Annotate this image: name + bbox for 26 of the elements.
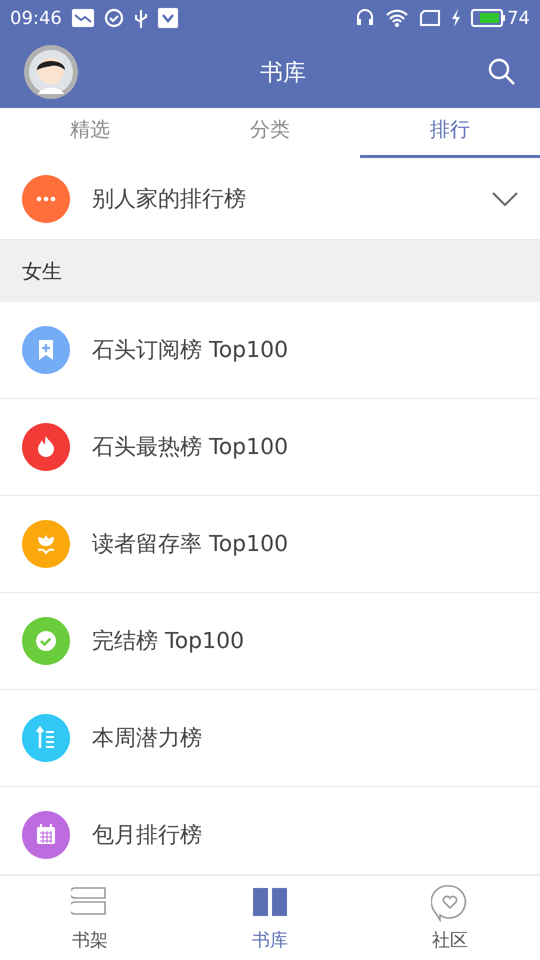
sim-card-icon <box>419 9 442 27</box>
more-icon <box>22 174 70 222</box>
nav-tab[interactable]: 书库 <box>180 876 360 960</box>
nav-tab[interactable]: 社区 <box>360 876 540 960</box>
row-label: 读者留存率 Top100 <box>92 531 290 559</box>
page-title: 书库 <box>259 58 307 88</box>
row-label: 石头最热榜 Top100 <box>92 434 290 462</box>
nav-tab[interactable]: 书架 <box>0 876 180 960</box>
heart-chat-icon <box>431 884 469 922</box>
battery-icon <box>471 9 506 27</box>
check-circle-icon <box>104 8 124 28</box>
image-icon <box>72 9 94 27</box>
row-label: 别人家的排行榜 <box>92 186 247 214</box>
row-label: 本周潜力榜 <box>92 725 203 753</box>
charging-icon <box>451 9 462 27</box>
section-title: 女生 <box>22 258 62 284</box>
wifi-icon <box>385 8 410 28</box>
row-label: 完结榜 Top100 <box>92 628 246 656</box>
usb-icon <box>134 8 148 28</box>
avatar[interactable] <box>24 45 78 99</box>
battery-percentage: 74 <box>507 8 530 28</box>
row-label: 石头订阅榜 Top100 <box>92 337 290 365</box>
search-icon[interactable] <box>488 58 516 86</box>
row-label: 包月排行榜 <box>92 822 203 850</box>
clock-time: 09:46 <box>10 8 62 28</box>
headphones-icon <box>355 8 376 28</box>
